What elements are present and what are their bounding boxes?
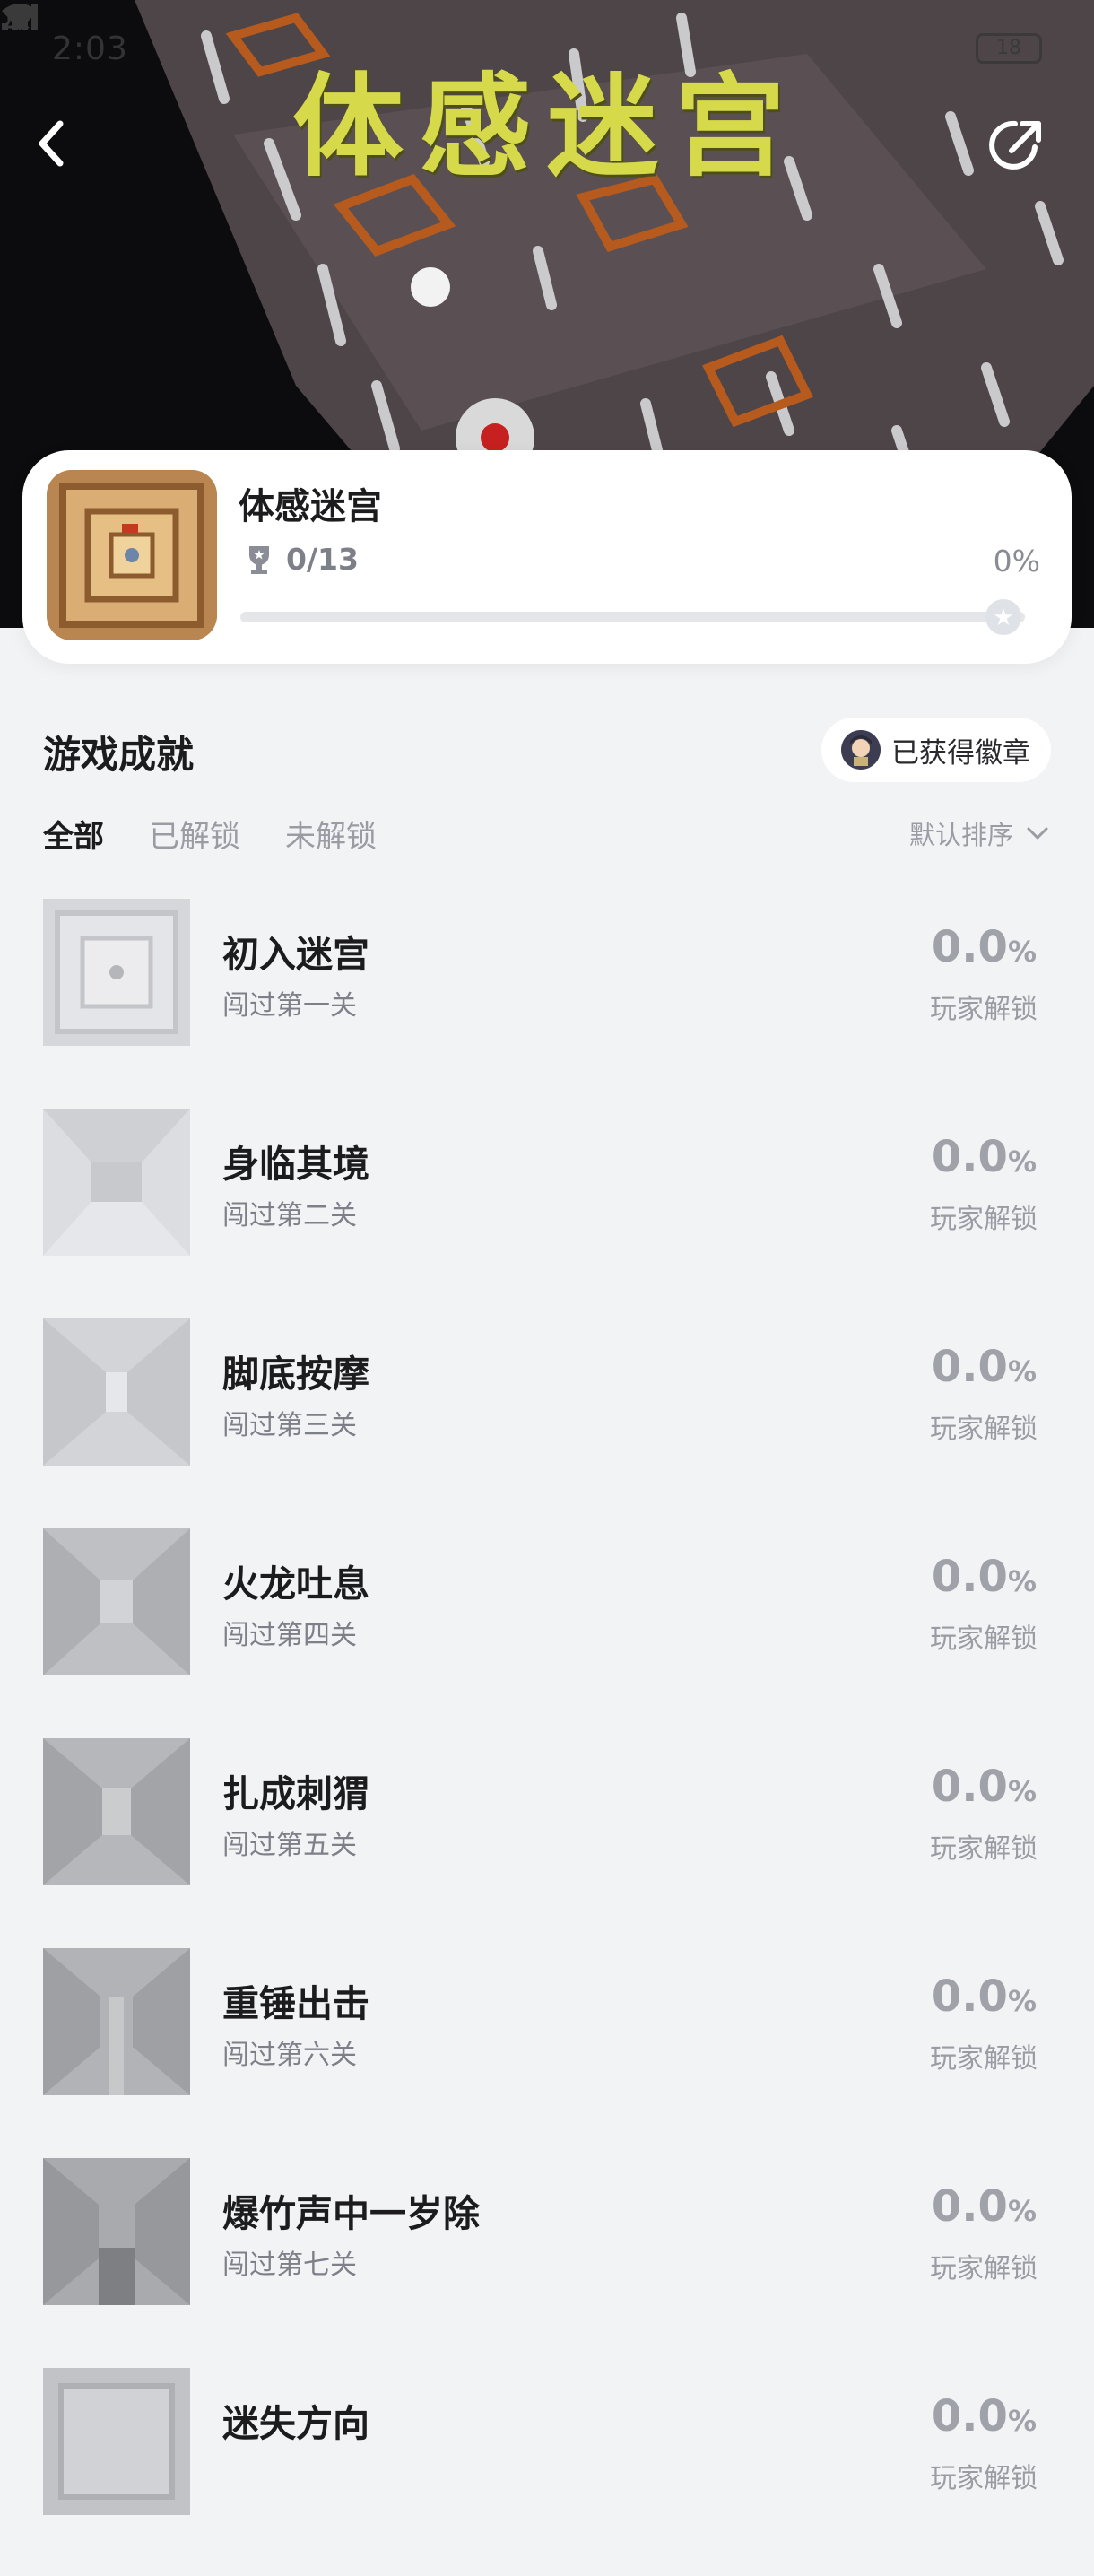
badge-avatar — [841, 730, 881, 770]
achievement-name: 迷失方向 — [222, 2402, 369, 2445]
achievement-name: 重锤出击 — [222, 1982, 369, 2025]
unlock-rate-label: 玩家解锁 — [930, 994, 1038, 1025]
unlock-rate-unit: % — [1007, 935, 1037, 969]
unlock-rate: 0.0% — [932, 2391, 1037, 2441]
achievement-thumbnail — [43, 2368, 190, 2515]
trophy-count: 0/13 — [247, 542, 359, 577]
achievement-row[interactable]: 爆竹声中一岁除闯过第七关 0.0% 玩家解锁 — [0, 2156, 1094, 2366]
share-button[interactable] — [986, 117, 1058, 188]
achievement-thumbnail — [43, 1528, 190, 1675]
section-title: 游戏成就 — [43, 733, 195, 777]
unlock-rate: 0.0% — [932, 922, 1037, 972]
filter-tabs: 全部 已解锁 未解锁 — [43, 812, 377, 856]
achievement-desc: 闯过第二关 — [222, 1200, 357, 1231]
tab-unlocked[interactable]: 已解锁 — [149, 812, 240, 856]
star-icon — [994, 608, 1012, 625]
achievement-row[interactable]: 初入迷宫闯过第一关 0.0% 玩家解锁 — [0, 897, 1094, 1107]
unlock-rate-unit: % — [1007, 1564, 1037, 1598]
unlock-rate-label: 玩家解锁 — [930, 1204, 1038, 1235]
unlock-rate-unit: % — [1007, 1144, 1037, 1179]
unlock-rate-label: 玩家解锁 — [930, 2253, 1038, 2284]
achievement-thumbnail — [43, 1109, 190, 1256]
achievement-desc: 闯过第三关 — [222, 1410, 357, 1441]
achievement-thumbnail — [43, 1738, 190, 1885]
achievement-list: 初入迷宫 闯过第一关 0.0% 玩家解锁 身临其境 闯过第二关 0.0% 玩家解锁 脚底按摩 闯过… — [0, 897, 1094, 2576]
game-name: 体感迷宫 — [239, 486, 382, 527]
trophy-count-text: 0/13 — [286, 542, 359, 577]
earned-badges-button[interactable]: 已获得徽章 — [821, 718, 1051, 782]
hero-title: 体感迷宫 — [291, 62, 802, 192]
unlock-rate-unit: % — [1007, 2194, 1037, 2228]
achievement-desc: 闯过第六关 — [222, 2040, 357, 2071]
tab-all[interactable]: 全部 — [43, 812, 104, 856]
achievement-desc: 闯过第一关 — [222, 990, 357, 1022]
tab-locked[interactable]: 未解锁 — [285, 812, 377, 856]
achievement-desc: 闯过第五关 — [222, 1830, 357, 1861]
unlock-rate-unit: % — [1007, 2404, 1037, 2438]
achievement-row[interactable]: 脚底按摩闯过第三关 0.0% 玩家解锁 — [0, 1317, 1094, 1527]
unlock-rate-value: 0.0 — [931, 2181, 1008, 2232]
unlock-rate: 0.0% — [932, 1342, 1037, 1392]
progress-percent: 0% — [993, 544, 1040, 579]
progress-bar — [240, 599, 1025, 635]
achievement-row[interactable]: 身临其境闯过第二关 0.0% 玩家解锁 — [0, 1107, 1094, 1317]
unlock-rate-value: 0.0 — [931, 1762, 1008, 1812]
achievement-name: 脚底按摩 — [222, 1353, 369, 1396]
share-icon — [989, 120, 1041, 170]
achievement-name: 初入迷宫 — [222, 933, 369, 976]
unlock-rate-value: 0.0 — [931, 2391, 1008, 2441]
sort-dropdown[interactable]: 默认排序 — [909, 814, 1049, 852]
unlock-rate: 0.0% — [932, 1762, 1037, 1812]
unlock-rate-label: 玩家解锁 — [930, 2043, 1038, 2075]
achievement-desc: 闯过第四关 — [222, 1620, 357, 1651]
sort-label: 默认排序 — [908, 820, 1013, 850]
unlock-rate-unit: % — [1007, 1774, 1037, 1808]
unlock-rate: 0.0% — [932, 1132, 1037, 1182]
chevron-left-icon — [39, 120, 64, 167]
unlock-rate-label: 玩家解锁 — [930, 1414, 1038, 1445]
achievement-name: 火龙吐息 — [222, 1562, 369, 1606]
achievement-desc: 闯过第七关 — [222, 2250, 357, 2281]
game-icon — [47, 470, 217, 640]
unlock-rate: 0.0% — [932, 2181, 1037, 2232]
unlock-rate-unit: % — [1007, 1354, 1037, 1388]
unlock-rate-label: 玩家解锁 — [930, 1623, 1038, 1655]
progress-knob — [985, 599, 1021, 635]
achievement-thumbnail — [43, 899, 190, 1046]
achievement-row[interactable]: 重锤出击闯过第六关 0.0% 玩家解锁 — [0, 1946, 1094, 2156]
unlock-rate-value: 0.0 — [931, 1132, 1008, 1182]
achievement-name: 扎成刺猬 — [222, 1772, 369, 1815]
unlock-rate-value: 0.0 — [931, 1342, 1008, 1392]
achievement-thumbnail — [43, 1318, 190, 1466]
unlock-rate-value: 0.0 — [931, 922, 1008, 972]
chevron-down-icon — [1027, 827, 1048, 840]
unlock-rate: 0.0% — [932, 1552, 1037, 1602]
unlock-rate-unit: % — [1007, 1984, 1037, 2018]
unlock-rate: 0.0% — [932, 1971, 1037, 2022]
unlock-rate-value: 0.0 — [931, 1552, 1008, 1602]
trophy-icon — [249, 545, 269, 574]
achievement-name: 身临其境 — [222, 1143, 369, 1186]
back-button[interactable] — [31, 117, 103, 188]
achievement-name: 爆竹声中一岁除 — [222, 2192, 480, 2235]
achievement-row[interactable]: 扎成刺猬闯过第五关 0.0% 玩家解锁 — [0, 1736, 1094, 1946]
achievement-row[interactable]: 火龙吐息闯过第四关 0.0% 玩家解锁 — [0, 1527, 1094, 1736]
unlock-rate-label: 玩家解锁 — [930, 2463, 1038, 2494]
game-card: 体感迷宫 0/13 0% — [22, 450, 1072, 664]
unlock-rate-label: 玩家解锁 — [930, 1833, 1038, 1865]
unlock-rate-value: 0.0 — [931, 1971, 1008, 2022]
earned-badges-label: 已获得徽章 — [891, 736, 1030, 770]
achievement-row[interactable]: 迷失方向 0.0% 玩家解锁 — [0, 2366, 1094, 2576]
achievement-thumbnail — [43, 1948, 190, 2095]
achievement-thumbnail — [43, 2158, 190, 2305]
